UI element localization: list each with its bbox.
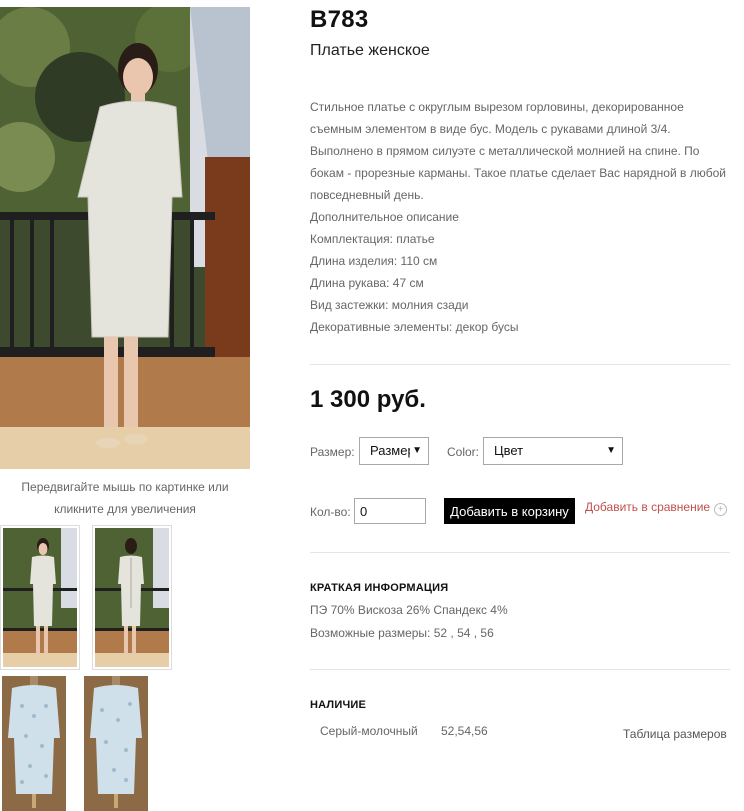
color-select-value: Цвет: [494, 443, 524, 458]
divider: [310, 669, 730, 670]
color-select[interactable]: Цвет ▼: [483, 437, 623, 465]
description-line: Выполнено в прямом силуэте с металлическ…: [310, 144, 700, 158]
size-label: Размер:: [310, 445, 355, 459]
thumbnail-back[interactable]: [92, 525, 172, 670]
chevron-down-icon: ▼: [412, 445, 422, 456]
product-name: Платье женское: [310, 42, 430, 59]
available-sizes-text: Возможные размеры: 52 , 54 , 56: [310, 626, 494, 640]
description-line: Стильное платье с округлым вырезом горло…: [310, 100, 684, 114]
add-to-cart-button[interactable]: Добавить в корзину: [444, 498, 575, 524]
product-description: Стильное платье с округлым вырезом горло…: [310, 96, 730, 338]
description-line: бокам - прорезные карманы. Такое платье …: [310, 166, 726, 180]
size-table-link[interactable]: Таблица размеров: [623, 727, 727, 741]
plus-circle-icon: +: [714, 503, 728, 516]
availability-title: НАЛИЧИЕ: [310, 699, 367, 711]
availability-color: Серый-молочный: [320, 724, 418, 738]
description-line: Вид застежки: молния сзади: [310, 298, 469, 312]
description-line: Длина изделия: 110 см: [310, 254, 438, 268]
description-line: Комплектация: платье: [310, 232, 435, 246]
zoom-hint-line1: Передвигайте мышь по картинке или: [21, 480, 229, 494]
add-to-compare-link[interactable]: Добавить в сравнение +: [585, 500, 728, 516]
divider: [310, 552, 730, 553]
description-line: Декоративные элементы: декор бусы: [310, 320, 519, 334]
zoom-hint: Передвигайте мышь по картинке или кликни…: [0, 476, 250, 520]
chevron-down-icon: ▼: [606, 445, 616, 456]
thumbnail-mannequin-front[interactable]: [2, 676, 66, 811]
description-line: съемным элементом в виде бус. Модель с р…: [310, 122, 671, 136]
brief-info-title: КРАТКАЯ ИНФОРМАЦИЯ: [310, 582, 449, 594]
availability-sizes: 52,54,56: [441, 724, 488, 738]
quantity-label: Кол-во:: [310, 505, 351, 519]
composition-text: ПЭ 70% Вискоза 26% Спандекс 4%: [310, 603, 508, 617]
description-line: Дополнительное описание: [310, 210, 459, 224]
description-line: Длина рукава: 47 см: [310, 276, 424, 290]
color-label: Color:: [447, 445, 480, 459]
size-select[interactable]: Размер ▼: [359, 437, 429, 465]
thumbnail-front[interactable]: [0, 525, 80, 670]
description-line: повседневный день.: [310, 188, 424, 202]
size-select-value: Размер: [370, 443, 410, 458]
thumbnail-mannequin-side[interactable]: [84, 676, 148, 811]
product-price: 1 300 руб.: [310, 386, 426, 413]
main-product-photo[interactable]: [0, 7, 250, 469]
add-to-compare-label: Добавить в сравнение: [585, 500, 711, 514]
divider: [310, 364, 730, 365]
product-sku: B783: [310, 6, 369, 33]
quantity-input[interactable]: [354, 498, 426, 524]
zoom-hint-line2: кликните для увеличения: [54, 502, 196, 516]
